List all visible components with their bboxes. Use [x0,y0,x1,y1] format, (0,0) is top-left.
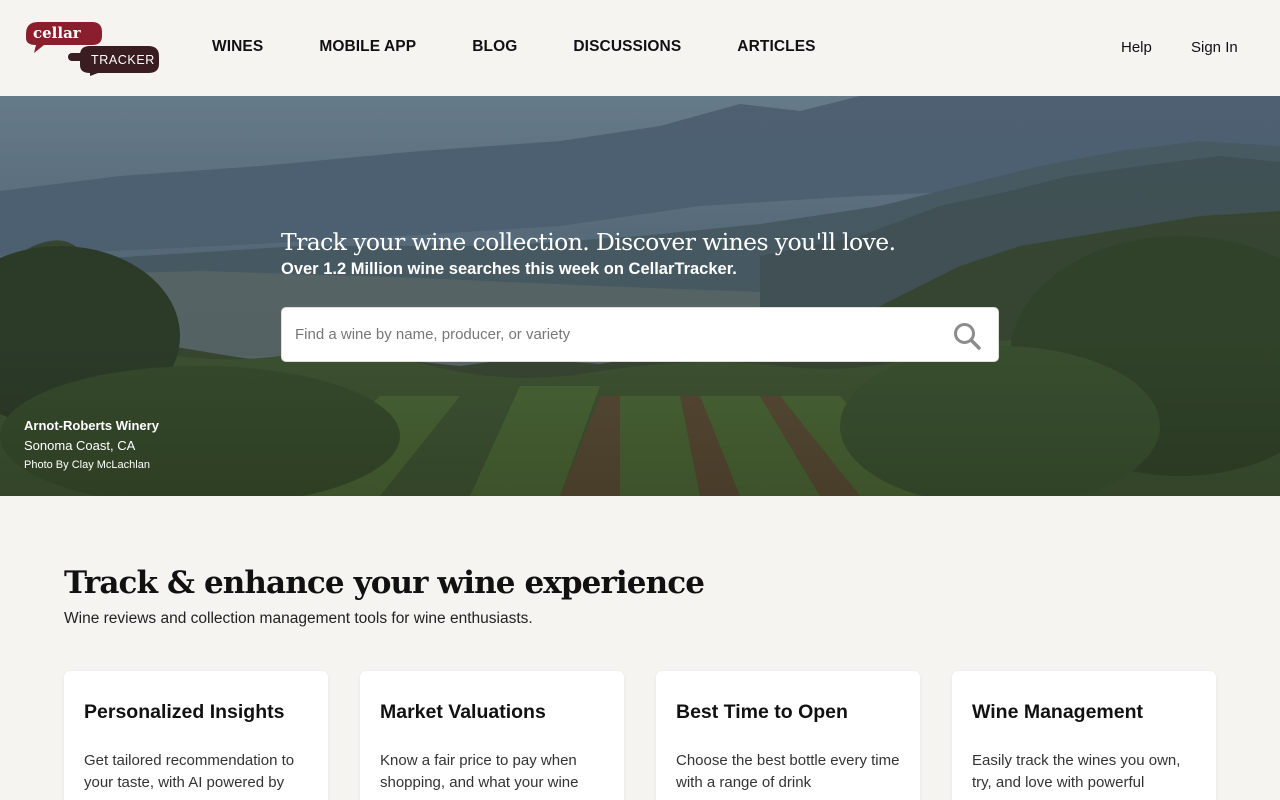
svg-text:cellar: cellar [33,24,82,42]
section-subtitle: Wine reviews and collection management t… [64,610,533,627]
feature-title: Market Valuations [380,701,546,723]
vineyard-hero-image [0,96,1280,496]
cellartracker-logo[interactable]: cellar TRACKER [24,20,160,76]
feature-title: Wine Management [972,701,1144,723]
hero-banner: Track your wine collection. Discover win… [0,96,1280,496]
credit-photographer: Photo By Clay McLachlan [24,459,150,471]
nav-articles[interactable]: ARTICLES [737,38,815,56]
hero-subtitle: Over 1.2 Million wine searches this week… [281,260,737,278]
section-title: Track & enhance your wine experience [64,565,705,601]
feature-card-best-time-to-open[interactable]: Best Time to Open Choose the best bottle… [656,671,920,800]
feature-title: Personalized Insights [84,701,285,723]
wine-search-input[interactable] [282,308,932,361]
credit-location: Sonoma Coast, CA [24,438,136,453]
feature-text: Choose the best bottle every time with a… [676,752,900,791]
nav-blog[interactable]: BLOG [472,38,517,56]
help-link[interactable]: Help [1121,39,1152,56]
nav-wines[interactable]: WINES [212,38,263,56]
svg-text:TRACKER: TRACKER [91,53,155,67]
feature-card-personalized-insights[interactable]: Personalized Insights Get tailored recom… [64,671,328,800]
credit-winery: Arnot-Roberts Winery [24,418,159,433]
wine-search-box [281,307,999,362]
feature-card-market-valuations[interactable]: Market Valuations Know a fair price to p… [360,671,624,800]
sign-in-link[interactable]: Sign In [1191,39,1238,56]
feature-title: Best Time to Open [676,701,848,723]
feature-card-wine-management[interactable]: Wine Management Easily track the wines y… [952,671,1216,800]
hero-title: Track your wine collection. Discover win… [281,228,896,256]
search-icon[interactable] [952,321,982,351]
feature-text: Easily track the wines you own, try, and… [972,752,1181,791]
nav-discussions[interactable]: DISCUSSIONS [573,38,681,56]
feature-text: Know a fair price to pay when shopping, … [380,752,579,791]
photo-credit: Arnot-Roberts Winery Sonoma Coast, CA Ph… [24,418,159,471]
main-nav: WINES MOBILE APP BLOG DISCUSSIONS ARTICL… [212,38,816,56]
site-header: cellar TRACKER WINES MOBILE APP BLOG DIS… [0,0,1280,96]
feature-text: Get tailored recommendation to your tast… [84,752,295,791]
nav-mobile-app[interactable]: MOBILE APP [319,38,416,56]
